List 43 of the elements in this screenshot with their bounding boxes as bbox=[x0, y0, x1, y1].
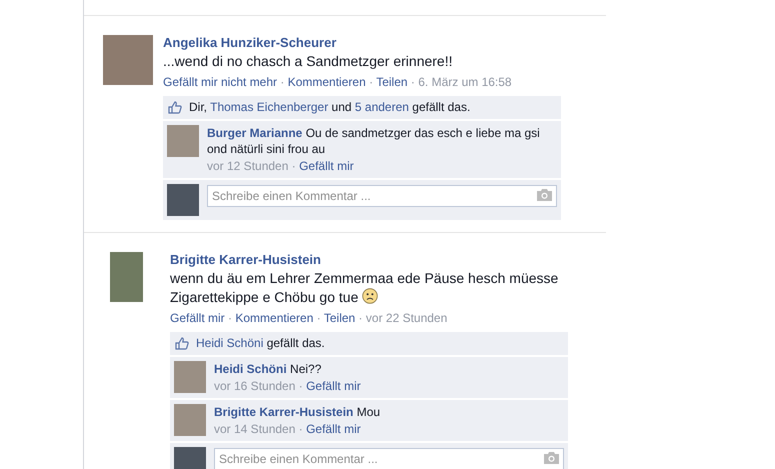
thumbs-up-icon bbox=[175, 337, 189, 350]
comment-field[interactable]: Schreibe einen Kommentar ... bbox=[207, 185, 557, 207]
comment-text: Brigitte Karrer-Husistein Mou bbox=[214, 404, 380, 420]
link[interactable]: Kommentieren bbox=[235, 311, 314, 325]
comment-field[interactable]: Schreibe einen Kommentar ... bbox=[214, 448, 564, 469]
link[interactable]: Thomas Eichenberger bbox=[210, 100, 328, 114]
likes-sentence: Dir, Thomas Eichenberger und 5 anderen gefällt das. bbox=[189, 100, 470, 115]
author-name[interactable]: Brigitte Karrer-Husistein bbox=[170, 252, 568, 268]
link[interactable]: Teilen bbox=[376, 75, 408, 89]
likes-sentence: Heidi Schöni gefällt das. bbox=[196, 336, 325, 351]
avatar-photo[interactable] bbox=[103, 35, 153, 85]
commenter-photo[interactable] bbox=[174, 404, 206, 436]
comment-text: Burger Marianne Ou de sandmetzger das esch e liebe ma gsi ond nätürli sini frou au bbox=[207, 125, 541, 157]
like-link[interactable]: Gefällt mir bbox=[306, 379, 361, 393]
post-text: ...wend di no chasch a Sandmetzger erinnere!! bbox=[163, 52, 454, 71]
like-link[interactable]: Gefällt mir bbox=[306, 422, 361, 436]
comment-time: vor 12 Stunden bbox=[207, 159, 288, 173]
commenter-photo[interactable] bbox=[174, 361, 206, 393]
comment-time: vor 14 Stunden bbox=[214, 422, 296, 436]
frown-face-icon bbox=[362, 288, 378, 304]
post-text: wenn du äu em Lehrer Zemmermaa ede Päuse hesch müesse Zigarettekippe e Chöbu go tue bbox=[170, 269, 560, 307]
link[interactable]: Gefällt mir nicht mehr bbox=[163, 75, 278, 89]
post-actions: Gefällt mir nicht mehr · Kommentieren · Teilen · 6. März um 16:58 bbox=[163, 75, 513, 90]
link[interactable]: 5 anderen bbox=[354, 100, 409, 114]
avatar-photo[interactable] bbox=[110, 252, 143, 302]
commenter-name[interactable]: Heidi Schöni bbox=[214, 362, 287, 376]
commenter-photo[interactable] bbox=[167, 125, 199, 157]
separator: · bbox=[290, 159, 297, 173]
link[interactable]: Teilen bbox=[324, 311, 356, 325]
own-photo bbox=[167, 184, 199, 216]
commenter-name[interactable]: Burger Marianne bbox=[207, 126, 302, 140]
post-actions: Gefällt mir · Kommentieren · Teilen · vor 22 Stunden bbox=[170, 311, 448, 326]
comment-time: vor 16 Stunden bbox=[214, 379, 296, 393]
separator: · bbox=[298, 422, 304, 436]
link[interactable]: Gefällt mir bbox=[170, 311, 225, 325]
thumbs-up-icon bbox=[168, 101, 182, 114]
link[interactable]: Kommentieren bbox=[288, 75, 366, 89]
separator: · bbox=[298, 379, 304, 393]
link[interactable]: Heidi Schöni bbox=[196, 336, 264, 350]
commenter-name[interactable]: Brigitte Karrer-Husistein bbox=[214, 405, 354, 419]
like-link[interactable]: Gefällt mir bbox=[299, 159, 354, 173]
author-name[interactable]: Angelika Hunziker-Scheurer bbox=[163, 35, 561, 51]
comment-text: Heidi Schöni Nei?? bbox=[214, 361, 322, 377]
